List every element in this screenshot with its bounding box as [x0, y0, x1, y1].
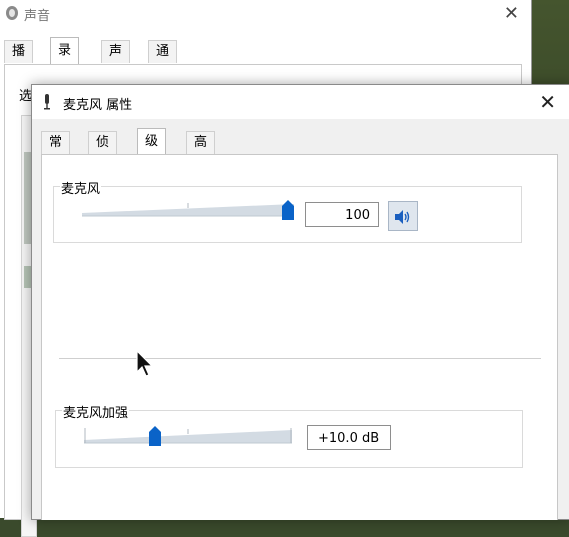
- microphone-properties-dialog: 麦克风 属性 ✕ 常规 侦听 级别 高级 麦克风 100: [31, 84, 569, 520]
- tab-recording[interactable]: 录制: [50, 37, 80, 84]
- sound-window-title: 声音: [24, 9, 51, 24]
- close-icon[interactable]: ✕: [504, 3, 519, 24]
- mute-toggle-button[interactable]: [388, 201, 418, 231]
- tab-general[interactable]: 常规: [41, 131, 71, 172]
- tab-levels[interactable]: 级别: [137, 128, 167, 175]
- tab-playback[interactable]: 播放: [4, 40, 34, 81]
- microphone-group: 麦克风 100: [53, 178, 522, 243]
- slider-thumb[interactable]: [149, 426, 161, 446]
- section-divider: [59, 358, 541, 359]
- tab-sounds[interactable]: 声音: [101, 40, 131, 81]
- levels-panel: 麦克风 100 麦克风加强 +10.0 dB: [41, 154, 558, 520]
- tab-communications[interactable]: 通信: [148, 40, 178, 81]
- microphone-boost-label: 麦克风加强: [62, 402, 130, 421]
- sound-icon: [6, 6, 18, 20]
- microphone-boost-value: +10.0 dB: [307, 425, 391, 450]
- dialog-title: 麦克风 属性: [63, 98, 133, 113]
- mouse-pointer-icon: [136, 350, 154, 377]
- dialog-titlebar[interactable]: 麦克风 属性 ✕: [32, 85, 569, 119]
- microphone-level-input[interactable]: 100: [305, 202, 379, 227]
- microphone-label: 麦克风: [60, 178, 102, 197]
- slider-thumb[interactable]: [282, 200, 294, 220]
- slider-track: [84, 428, 292, 444]
- microphone-boost-group: 麦克风加强 +10.0 dB: [55, 402, 523, 468]
- close-icon[interactable]: ✕: [539, 90, 556, 114]
- microphone-boost-slider[interactable]: [84, 426, 292, 448]
- microphone-level-slider[interactable]: [82, 200, 294, 222]
- slider-track: [82, 203, 294, 217]
- microphone-icon: [44, 94, 50, 110]
- tab-listen[interactable]: 侦听: [88, 131, 118, 172]
- tab-advanced[interactable]: 高级: [186, 131, 216, 172]
- speaker-icon: [395, 210, 410, 224]
- sound-window-titlebar[interactable]: 声音 ✕: [0, 0, 531, 28]
